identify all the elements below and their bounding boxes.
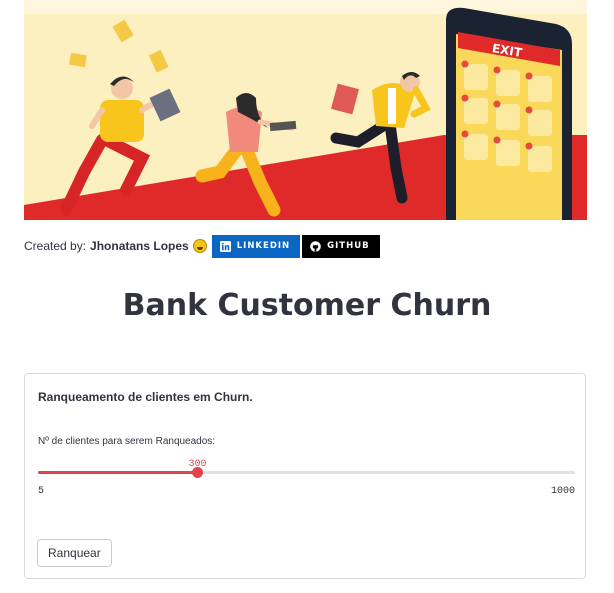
credits-prefix: Created by: <box>24 239 87 253</box>
grinning-face-emoji-icon <box>192 239 207 253</box>
page-title: Bank Customer Churn <box>122 288 492 323</box>
linkedin-label: LINKEDIN <box>236 241 291 251</box>
form-heading: Ranqueamento de clientes em Churn. <box>38 390 253 404</box>
slider-track[interactable] <box>38 467 575 478</box>
slider-min-label: 5 <box>38 486 45 497</box>
rank-button[interactable]: Ranquear <box>37 539 112 567</box>
header-banner-image: EXIT <box>24 0 587 220</box>
slider-track-fill <box>38 471 198 474</box>
ranking-form-card: Ranqueamento de clientes em Churn. Nº de… <box>24 373 586 579</box>
github-icon <box>310 240 321 252</box>
linkedin-icon <box>219 240 231 252</box>
github-badge-link[interactable]: GITHUB <box>302 234 380 258</box>
linkedin-badge-link[interactable]: LINKEDIN <box>211 234 301 258</box>
slider-label: Nº de clientes para serem Ranqueados: <box>38 436 216 447</box>
author-name: Jhonatans Lopes <box>90 239 189 253</box>
github-label: GITHUB <box>327 241 370 251</box>
client-count-slider[interactable]: 300 <box>38 459 576 489</box>
slider-max-label: 1000 <box>550 486 575 497</box>
credits-row: Created by: Jhonatans Lopes LINKEDIN GIT… <box>24 234 380 258</box>
